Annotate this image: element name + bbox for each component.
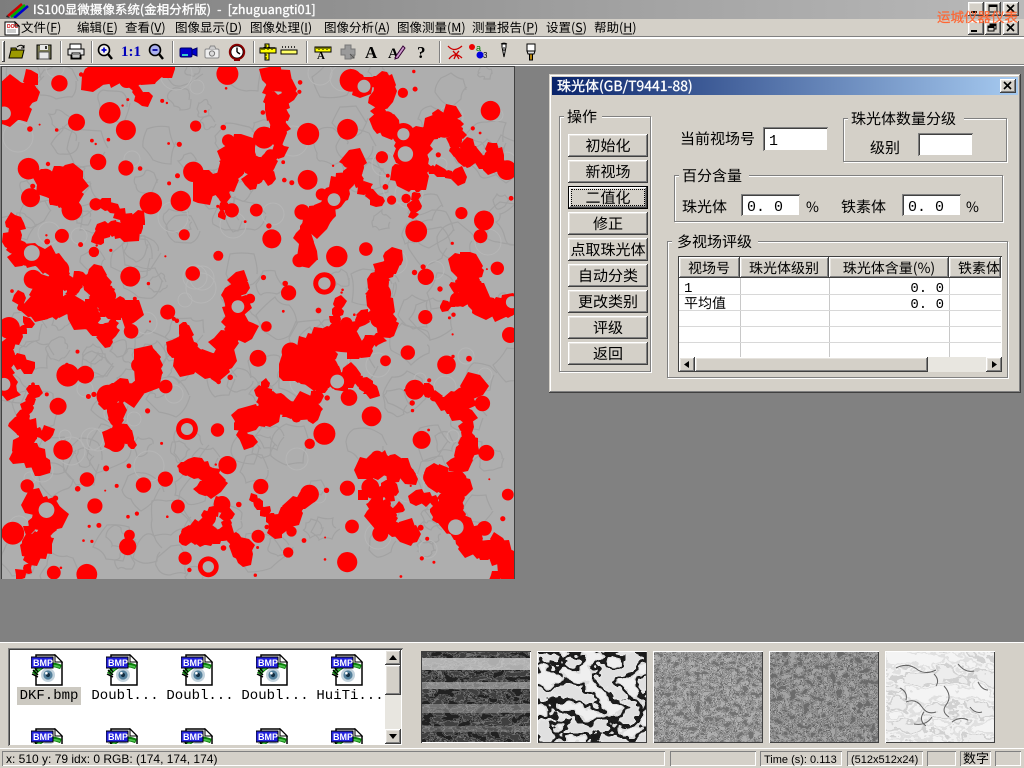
svg-text:BMP: BMP	[33, 658, 53, 668]
svg-text:A: A	[317, 50, 325, 62]
svg-text:BMP: BMP	[258, 658, 278, 668]
svg-text:BMP: BMP	[108, 732, 128, 742]
svg-text:A: A	[365, 43, 378, 62]
svg-text:?: ?	[417, 43, 426, 62]
svg-text:BMP: BMP	[33, 732, 53, 742]
svg-text:BMP: BMP	[183, 732, 203, 742]
svg-text:BMP: BMP	[258, 732, 278, 742]
svg-text:DOC: DOC	[7, 24, 19, 30]
svg-text:BMP: BMP	[183, 658, 203, 668]
svg-text:BMP: BMP	[333, 732, 353, 742]
svg-text:BMP: BMP	[108, 658, 128, 668]
svg-text:3: 3	[483, 51, 487, 60]
svg-text:a: a	[476, 43, 481, 53]
svg-text:BMP: BMP	[333, 658, 353, 668]
